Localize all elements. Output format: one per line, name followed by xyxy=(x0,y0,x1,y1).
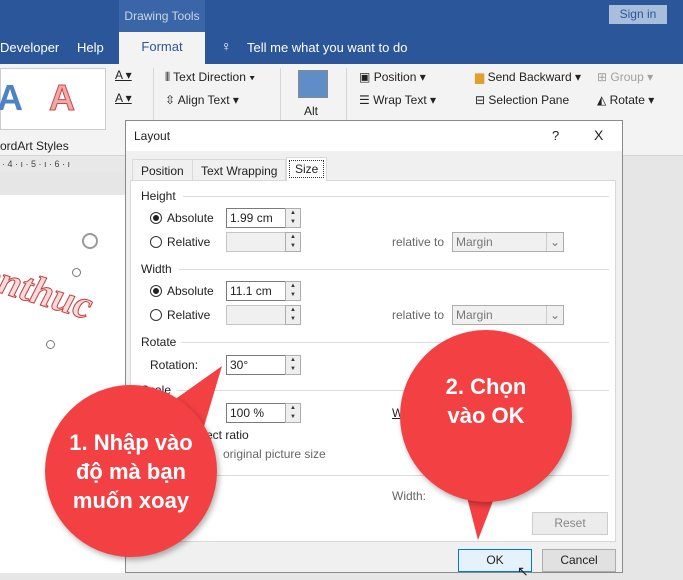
tab-size[interactable]: Size xyxy=(286,157,328,181)
callout-step-1: 1. Nhập vào độ mà bạn muốn xoay xyxy=(45,385,217,557)
callout-step-2: 2. Chọn vào OK xyxy=(400,330,572,502)
